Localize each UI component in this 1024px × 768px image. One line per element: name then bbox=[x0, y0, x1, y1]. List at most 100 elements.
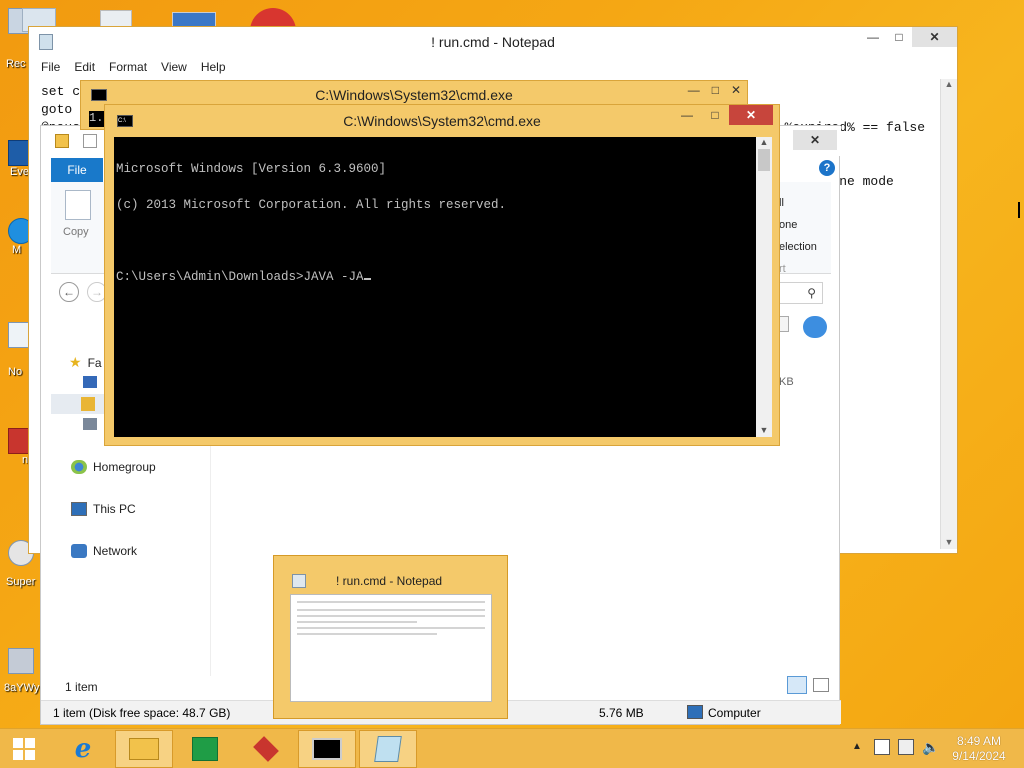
text-line: goto bbox=[41, 102, 73, 117]
copy-label[interactable]: Copy bbox=[63, 226, 89, 238]
scroll-thumb[interactable] bbox=[758, 149, 770, 171]
preview-line bbox=[297, 633, 437, 635]
taskbar-thumbnail[interactable]: ! run.cmd - Notepad bbox=[273, 555, 508, 719]
nav-network-label: Network bbox=[93, 544, 138, 558]
window-controls: — □ ✕ bbox=[688, 83, 741, 97]
help-icon[interactable]: ? bbox=[819, 160, 835, 176]
clock[interactable]: 8:49 AM 9/14/2024 bbox=[944, 734, 1014, 764]
nav-favorites[interactable]: ★ Fa bbox=[69, 354, 102, 371]
maximize-button[interactable]: □ bbox=[886, 27, 912, 47]
taskbar-notepad[interactable] bbox=[359, 730, 417, 768]
copy-icon[interactable] bbox=[65, 190, 91, 220]
console-line: (c) 2013 Microsoft Corporation. All righ… bbox=[116, 198, 507, 212]
taskbar-cmd[interactable] bbox=[298, 730, 356, 768]
back-button[interactable]: ← bbox=[59, 282, 79, 302]
clock-date: 9/14/2024 bbox=[952, 749, 1006, 763]
notepad-titlebar[interactable]: ! run.cmd - Notepad — □ ✕ bbox=[29, 27, 957, 57]
nav-homegroup[interactable]: Homegroup bbox=[71, 460, 156, 474]
ribbon-file-tab[interactable]: File bbox=[51, 158, 103, 182]
scroll-down-icon[interactable]: ▼ bbox=[756, 425, 772, 435]
desktop-icon-label: 8aYWy bbox=[4, 682, 40, 694]
desktop-folder-icon bbox=[83, 376, 97, 388]
menu-help[interactable]: Help bbox=[201, 60, 226, 74]
console-command: C:\Users\Admin\Downloads>JAVA -JA bbox=[116, 270, 364, 284]
taskbar-store[interactable] bbox=[176, 730, 234, 768]
maximize-button[interactable]: □ bbox=[701, 105, 729, 125]
notepad-icon bbox=[292, 574, 306, 588]
menu-format[interactable]: Format bbox=[109, 60, 147, 74]
nav-this-pc[interactable]: This PC bbox=[71, 502, 136, 516]
console-area[interactable]: Microsoft Windows [Version 6.3.9600] (c)… bbox=[114, 137, 756, 437]
select-none-button[interactable]: one bbox=[779, 214, 817, 236]
desktop-icon-8aywy[interactable]: 8aYWy bbox=[0, 648, 40, 694]
scroll-up-icon[interactable]: ▲ bbox=[756, 137, 772, 147]
console-line: Microsoft Windows [Version 6.3.9600] bbox=[116, 162, 387, 176]
cmd-window[interactable]: C:\ C:\Windows\System32\cmd.exe — □ ✕ Mi… bbox=[104, 104, 780, 446]
scroll-down-icon[interactable]: ▼ bbox=[941, 537, 957, 547]
show-hidden-icons-button[interactable]: ▲ bbox=[852, 741, 862, 752]
action-center-icon[interactable] bbox=[874, 739, 890, 755]
notepad-scrollbar[interactable]: ▲ ▼ bbox=[940, 79, 957, 549]
minimize-button[interactable]: — bbox=[673, 105, 701, 125]
close-button[interactable]: ✕ bbox=[793, 130, 837, 150]
menu-file[interactable]: File bbox=[41, 60, 60, 74]
windows-logo-icon bbox=[13, 738, 35, 760]
preview-line bbox=[297, 621, 417, 623]
cmd-icon bbox=[312, 738, 342, 760]
folder-icon bbox=[55, 134, 69, 148]
window-title: C:\Windows\System32\cmd.exe bbox=[315, 87, 513, 103]
preview-line bbox=[297, 609, 485, 611]
search-icon[interactable]: ⚲ bbox=[807, 286, 816, 300]
console-scrollbar[interactable]: ▲ ▼ bbox=[756, 137, 772, 437]
internet-explorer-icon: e bbox=[74, 734, 92, 764]
computer-icon bbox=[71, 502, 87, 516]
menu-edit[interactable]: Edit bbox=[74, 60, 95, 74]
select-all-button[interactable]: ll bbox=[779, 192, 817, 214]
nav-favorites-label: Fa bbox=[87, 355, 102, 370]
app-icon bbox=[8, 648, 34, 674]
folder-icon bbox=[129, 738, 159, 760]
app-icon bbox=[803, 316, 827, 338]
text-cursor bbox=[363, 278, 371, 280]
close-button[interactable]: ✕ bbox=[912, 27, 957, 47]
ribbon-select-group: ll one election rt bbox=[779, 192, 817, 280]
status-free-space: 1 item (Disk free space: 48.7 GB) bbox=[53, 706, 231, 720]
item-count: 1 item bbox=[65, 680, 98, 694]
mouse-cursor bbox=[1018, 202, 1024, 218]
desktop-icon-label: Super bbox=[6, 576, 36, 588]
invert-selection-button[interactable]: election bbox=[779, 236, 817, 258]
details-view-icon[interactable] bbox=[787, 676, 807, 694]
volume-icon[interactable]: 🔈 bbox=[922, 739, 939, 756]
notepad-menubar: File Edit Format View Help bbox=[29, 57, 957, 77]
preview-line bbox=[297, 601, 485, 603]
minimize-button[interactable]: — bbox=[860, 27, 886, 47]
app-icon bbox=[253, 736, 279, 762]
preview-line bbox=[297, 627, 485, 629]
search-box[interactable]: ⚲ bbox=[779, 282, 823, 304]
large-icons-view-icon[interactable] bbox=[813, 678, 829, 692]
thumbnail-preview bbox=[290, 594, 492, 702]
properties-icon[interactable] bbox=[83, 134, 97, 148]
homegroup-icon bbox=[71, 460, 87, 474]
taskbar-internet-explorer[interactable]: e bbox=[54, 730, 112, 768]
nav-network[interactable]: Network bbox=[71, 544, 137, 558]
start-button[interactable] bbox=[0, 730, 48, 768]
menu-view[interactable]: View bbox=[161, 60, 187, 74]
status-location: Computer bbox=[708, 706, 761, 720]
scroll-up-icon[interactable]: ▲ bbox=[941, 79, 957, 89]
network-status-icon[interactable] bbox=[898, 739, 914, 755]
close-button[interactable]: ✕ bbox=[731, 83, 741, 97]
taskbar-app[interactable] bbox=[237, 730, 295, 768]
clock-time: 8:49 AM bbox=[956, 734, 1002, 748]
recent-places-icon bbox=[83, 418, 97, 430]
maximize-button[interactable]: □ bbox=[712, 83, 719, 97]
taskbar-file-explorer[interactable] bbox=[115, 730, 173, 768]
computer-icon bbox=[687, 705, 703, 719]
minimize-button[interactable]: — bbox=[688, 83, 700, 97]
taskbar: e ▲ 🔈 8:49 AM 9/14/2024 bbox=[0, 728, 1024, 768]
nav-homegroup-label: Homegroup bbox=[93, 460, 156, 474]
store-icon bbox=[192, 737, 218, 761]
close-button[interactable]: ✕ bbox=[729, 105, 773, 125]
network-icon bbox=[71, 544, 87, 558]
